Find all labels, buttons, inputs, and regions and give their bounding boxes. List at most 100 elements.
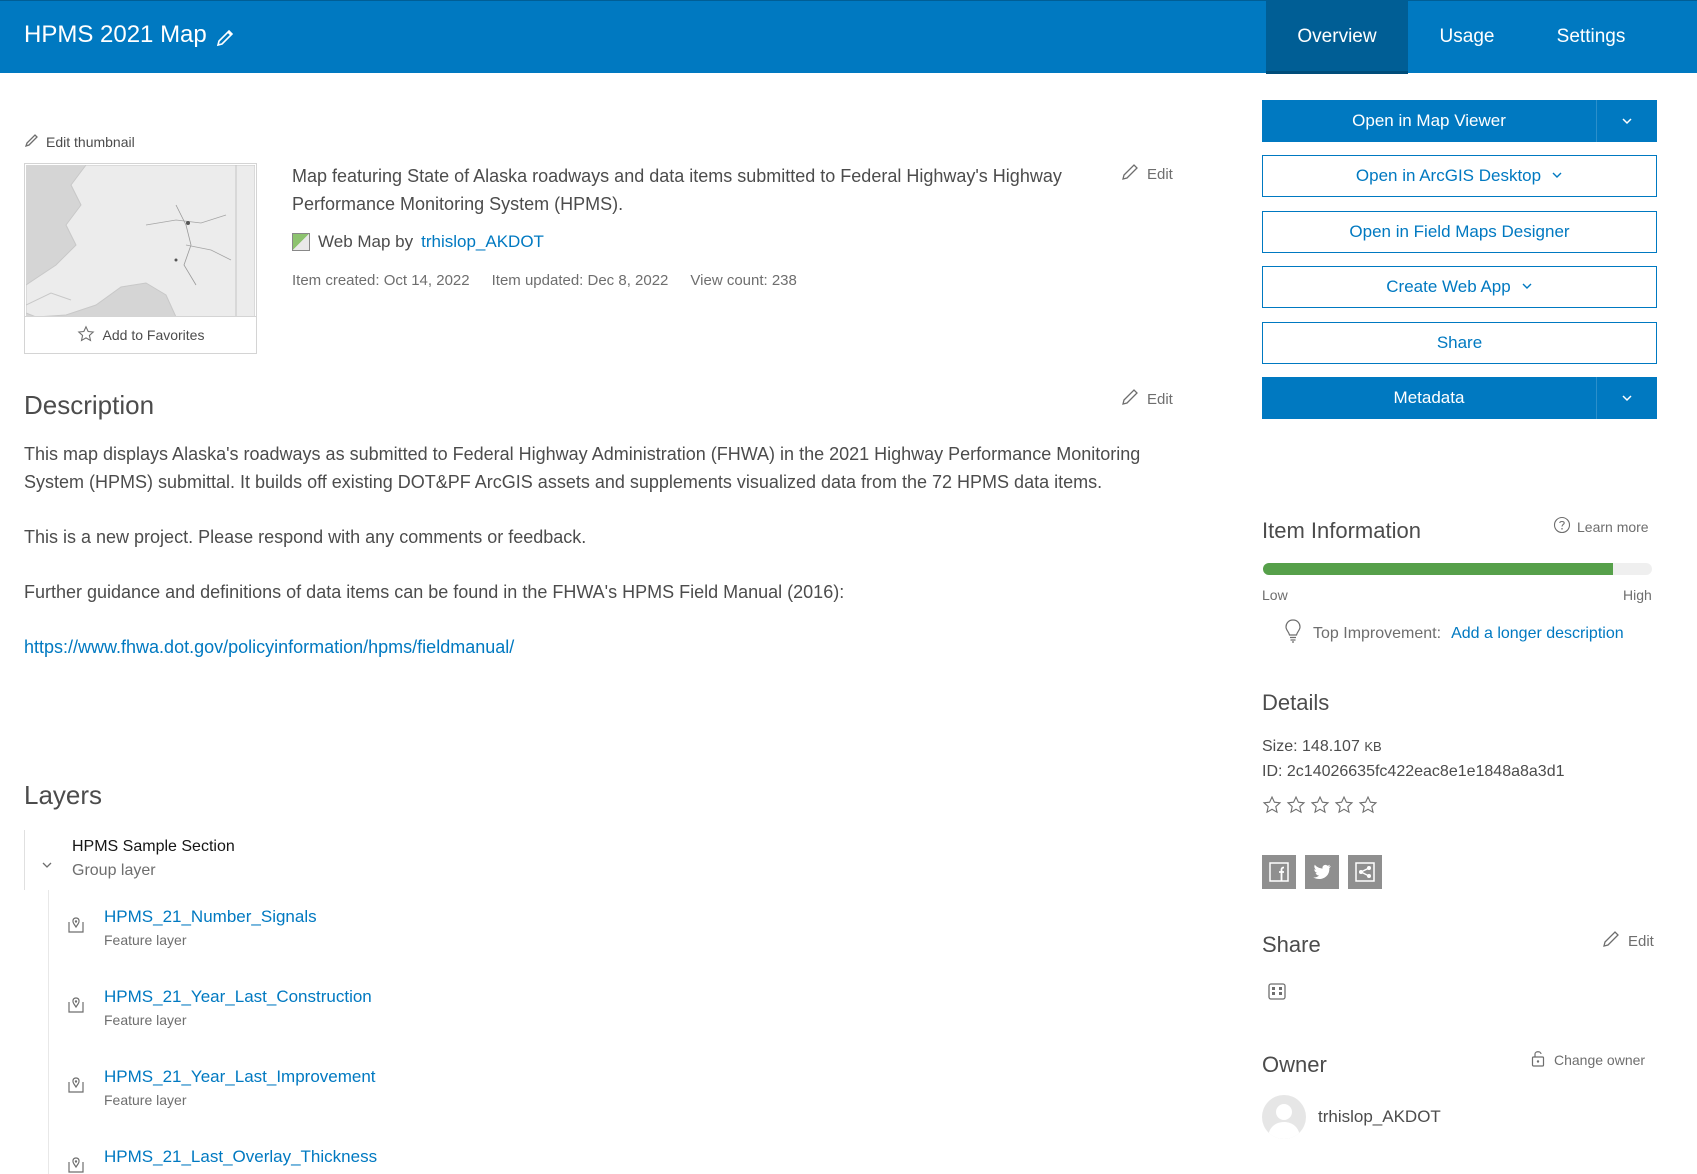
chevron-down-icon[interactable] [1596, 100, 1657, 142]
social-share-row [1262, 855, 1382, 889]
layer-link[interactable]: HPMS_21_Year_Last_Improvement [104, 1067, 376, 1087]
layer-type: Feature layer [104, 1012, 187, 1028]
sublayer-list: HPMS_21_Number_Signals Feature layer HPM… [48, 890, 648, 1174]
star-icon [77, 325, 95, 346]
share-button-label: Share [1436, 333, 1483, 352]
edit-title-pencil-icon[interactable] [214, 27, 236, 49]
lock-icon [1530, 1048, 1546, 1071]
item-size-value: Size: 148.107 [1262, 738, 1360, 755]
map-thumbnail-image [26, 165, 255, 317]
item-id: ID: 2c14026635fc422eac8e1e1848a8a3d1 [1262, 763, 1565, 780]
top-improvement-label: Top Improvement: [1313, 624, 1442, 642]
layers-heading: Layers [24, 780, 103, 810]
layer-link[interactable]: HPMS_21_Last_Overlay_Thickness [104, 1147, 377, 1167]
description-paragraph: This map displays Alaska's roadways as s… [24, 444, 1141, 492]
edit-thumbnail-link[interactable]: Edit thumbnail [24, 132, 135, 151]
item-meta: Item created: Oct 14, 2022 Item updated:… [292, 272, 797, 289]
edit-thumbnail-label: Edit thumbnail [46, 133, 135, 150]
edit-description-link[interactable]: Edit [1121, 388, 1173, 410]
open-in-arcgis-desktop-button[interactable]: Open in ArcGIS Desktop [1262, 155, 1657, 197]
star-icon[interactable] [1334, 795, 1354, 820]
top-improvement: Top Improvement: Add a longer descriptio… [1283, 618, 1624, 649]
item-size-unit: KB [1364, 739, 1382, 754]
item-updated: Item updated: Dec 8, 2022 [491, 272, 669, 289]
feature-layer-icon [66, 1075, 86, 1095]
top-header: HPMS 2021 Map Overview Usage Settings [0, 0, 1697, 74]
share-link-icon[interactable] [1348, 855, 1382, 889]
tab-overview[interactable]: Overview [1266, 1, 1408, 74]
add-to-favorites-label: Add to Favorites [102, 327, 205, 343]
create-web-app-label: Create Web App [1386, 277, 1511, 296]
star-icon[interactable] [1310, 795, 1330, 820]
tab-usage[interactable]: Usage [1408, 1, 1526, 74]
layer-link[interactable]: HPMS_21_Number_Signals [104, 907, 317, 927]
star-icon[interactable] [1286, 795, 1306, 820]
thumbnail-card: Add to Favorites [24, 163, 257, 354]
change-owner-label: Change owner [1554, 1051, 1646, 1068]
owner-link[interactable]: trhislop_AKDOT [421, 232, 544, 252]
group-layer[interactable]: HPMS Sample Section Group layer [24, 830, 624, 890]
pencil-icon [1121, 388, 1139, 410]
item-information-meter [1263, 563, 1652, 575]
learn-more-link[interactable]: Learn more [1553, 516, 1649, 537]
tab-settings[interactable]: Settings [1526, 1, 1656, 74]
description-paragraph: This is a new project. Please respond wi… [24, 527, 587, 547]
star-icon[interactable] [1262, 795, 1282, 820]
open-in-map-viewer-label: Open in Map Viewer [1352, 111, 1506, 130]
learn-more-label: Learn more [1577, 518, 1649, 535]
edit-description-label: Edit [1147, 390, 1173, 408]
help-circle-icon [1553, 516, 1571, 537]
layer-link[interactable]: HPMS_21_Year_Last_Construction [104, 987, 372, 1007]
item-information-meter-fill [1263, 563, 1614, 575]
description-heading: Description [24, 390, 155, 420]
edit-share-link[interactable]: Edit [1602, 930, 1654, 952]
metadata-label: Metadata [1393, 388, 1465, 407]
description-body: This map displays Alaska's roadways as s… [24, 440, 1184, 688]
organization-building-icon [1265, 979, 1289, 1003]
open-in-map-viewer-button[interactable]: Open in Map Viewer [1262, 100, 1657, 142]
owner-name-link[interactable]: trhislop_AKDOT [1318, 1107, 1441, 1127]
feature-layer-icon [66, 1155, 86, 1174]
share-button[interactable]: Share [1262, 322, 1657, 364]
facebook-icon[interactable] [1262, 855, 1296, 889]
owner-row: trhislop_AKDOT [1262, 1095, 1441, 1139]
chevron-down-icon [1551, 166, 1563, 186]
create-web-app-button[interactable]: Create Web App [1262, 266, 1657, 308]
details-heading: Details [1262, 690, 1330, 715]
chevron-down-icon [1521, 277, 1533, 297]
meter-low-label: Low [1262, 587, 1288, 603]
chevron-down-icon[interactable] [1596, 377, 1657, 419]
edit-summary-label: Edit [1147, 165, 1173, 183]
group-layer-type: Group layer [72, 862, 156, 879]
change-owner-link[interactable]: Change owner [1530, 1048, 1645, 1071]
avatar[interactable] [1262, 1095, 1306, 1139]
twitter-icon[interactable] [1305, 855, 1339, 889]
field-manual-link[interactable]: https://www.fhwa.dot.gov/policyinformati… [24, 637, 514, 657]
metadata-button[interactable]: Metadata [1262, 377, 1657, 419]
edit-summary-link[interactable]: Edit [1121, 163, 1173, 185]
star-icon[interactable] [1358, 795, 1378, 820]
item-size: Size: 148.107 KB [1262, 738, 1382, 756]
item-summary: Map featuring State of Alaska roadways a… [292, 166, 1062, 214]
rating-stars[interactable] [1262, 795, 1378, 820]
open-in-field-maps-button[interactable]: Open in Field Maps Designer [1262, 211, 1657, 253]
chevron-down-icon[interactable] [41, 858, 53, 870]
share-heading: Share [1262, 932, 1321, 957]
web-map-icon [292, 233, 310, 251]
item-type-line: Web Map by trhislop_AKDOT [292, 232, 544, 252]
add-longer-description-link[interactable]: Add a longer description [1451, 625, 1624, 643]
meter-high-label: High [1623, 587, 1652, 603]
description-paragraph: Further guidance and definitions of data… [24, 582, 845, 602]
item-title: HPMS 2021 Map [24, 21, 207, 48]
add-to-favorites-button[interactable]: Add to Favorites [25, 316, 256, 353]
layer-item: HPMS_21_Number_Signals Feature layer [49, 907, 609, 967]
item-type-prefix: Web Map by [318, 232, 414, 251]
layer-type: Feature layer [104, 1092, 187, 1108]
item-created: Item created: Oct 14, 2022 [292, 272, 470, 289]
pencil-icon [1602, 930, 1620, 952]
lightbulb-icon [1283, 618, 1303, 649]
edit-share-label: Edit [1628, 932, 1654, 950]
layer-item: HPMS_21_Year_Last_Improvement Feature la… [49, 1067, 609, 1127]
view-count: View count: 238 [690, 272, 797, 289]
pencil-icon [1121, 163, 1139, 185]
